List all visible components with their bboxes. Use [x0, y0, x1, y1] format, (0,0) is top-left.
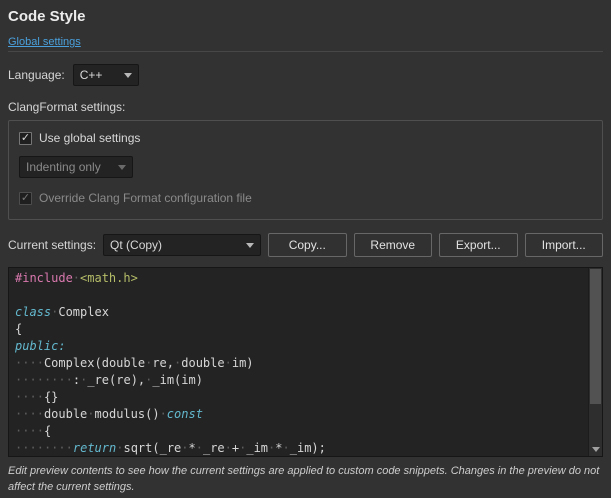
scrollbar-thumb[interactable]	[590, 269, 601, 404]
remove-button[interactable]: Remove	[354, 233, 432, 257]
chevron-down-icon	[124, 73, 132, 78]
checkbox-box: ✓	[19, 132, 32, 145]
export-button[interactable]: Export...	[439, 233, 517, 257]
code-line: ····Complex(double·re,·double·im)	[15, 355, 588, 372]
page-title: Code Style	[8, 8, 603, 25]
clangformat-settings-label: ClangFormat settings:	[8, 100, 603, 114]
language-label: Language:	[8, 68, 65, 82]
language-combobox[interactable]: C++	[73, 64, 139, 86]
language-row: Language: C++	[8, 64, 603, 86]
code-line: {	[15, 321, 588, 338]
current-settings-row: Current settings: Qt (Copy) Copy... Remo…	[8, 233, 603, 257]
triangle-down-icon	[592, 447, 600, 452]
import-button[interactable]: Import...	[525, 233, 603, 257]
copy-button[interactable]: Copy...	[268, 233, 346, 257]
chevron-down-icon	[246, 243, 254, 248]
code-line: #include·<math.h>	[15, 270, 588, 287]
code-preview-editor[interactable]: #include·<math.h> class·Complex{public:·…	[8, 267, 603, 457]
header-separator	[8, 51, 603, 52]
code-line: ····{}	[15, 389, 588, 406]
use-global-settings-label: Use global settings	[39, 131, 140, 145]
current-settings-value: Qt (Copy)	[110, 238, 162, 252]
clangformat-groupbox: ✓ Use global settings Indenting only ✓ O…	[8, 120, 603, 220]
indent-mode-value: Indenting only	[26, 160, 101, 174]
code-line: ········return·sqrt(_re·*·_re·+·_im·*·_i…	[15, 440, 588, 456]
code-line: ····{	[15, 423, 588, 440]
checkbox-box: ✓	[19, 192, 32, 205]
code-line: class·Complex	[15, 304, 588, 321]
override-config-label: Override Clang Format configuration file	[39, 191, 252, 205]
use-global-settings-checkbox[interactable]: ✓ Use global settings	[19, 131, 592, 145]
chevron-down-icon	[118, 165, 126, 170]
code-line: public:	[15, 338, 588, 355]
check-icon: ✓	[21, 133, 30, 144]
language-combobox-value: C++	[80, 68, 103, 82]
override-config-checkbox[interactable]: ✓ Override Clang Format configuration fi…	[19, 191, 592, 205]
code-style-page: Code Style Global settings Language: C++…	[0, 0, 611, 496]
check-icon: ✓	[21, 193, 30, 204]
code-editor-content: #include·<math.h> class·Complex{public:·…	[9, 268, 588, 456]
scrollbar-down-button[interactable]	[589, 442, 602, 456]
global-settings-link[interactable]: Global settings	[8, 36, 81, 48]
current-settings-label: Current settings:	[8, 238, 96, 252]
vertical-scrollbar[interactable]	[588, 268, 602, 456]
code-line: ····double·modulus()·const	[15, 406, 588, 423]
code-line: ········:·_re(re),·_im(im)	[15, 372, 588, 389]
current-settings-combobox[interactable]: Qt (Copy)	[103, 234, 261, 256]
code-line	[15, 287, 588, 304]
footer-note: Edit preview contents to see how the cur…	[8, 464, 603, 496]
indent-mode-combobox[interactable]: Indenting only	[19, 156, 133, 178]
